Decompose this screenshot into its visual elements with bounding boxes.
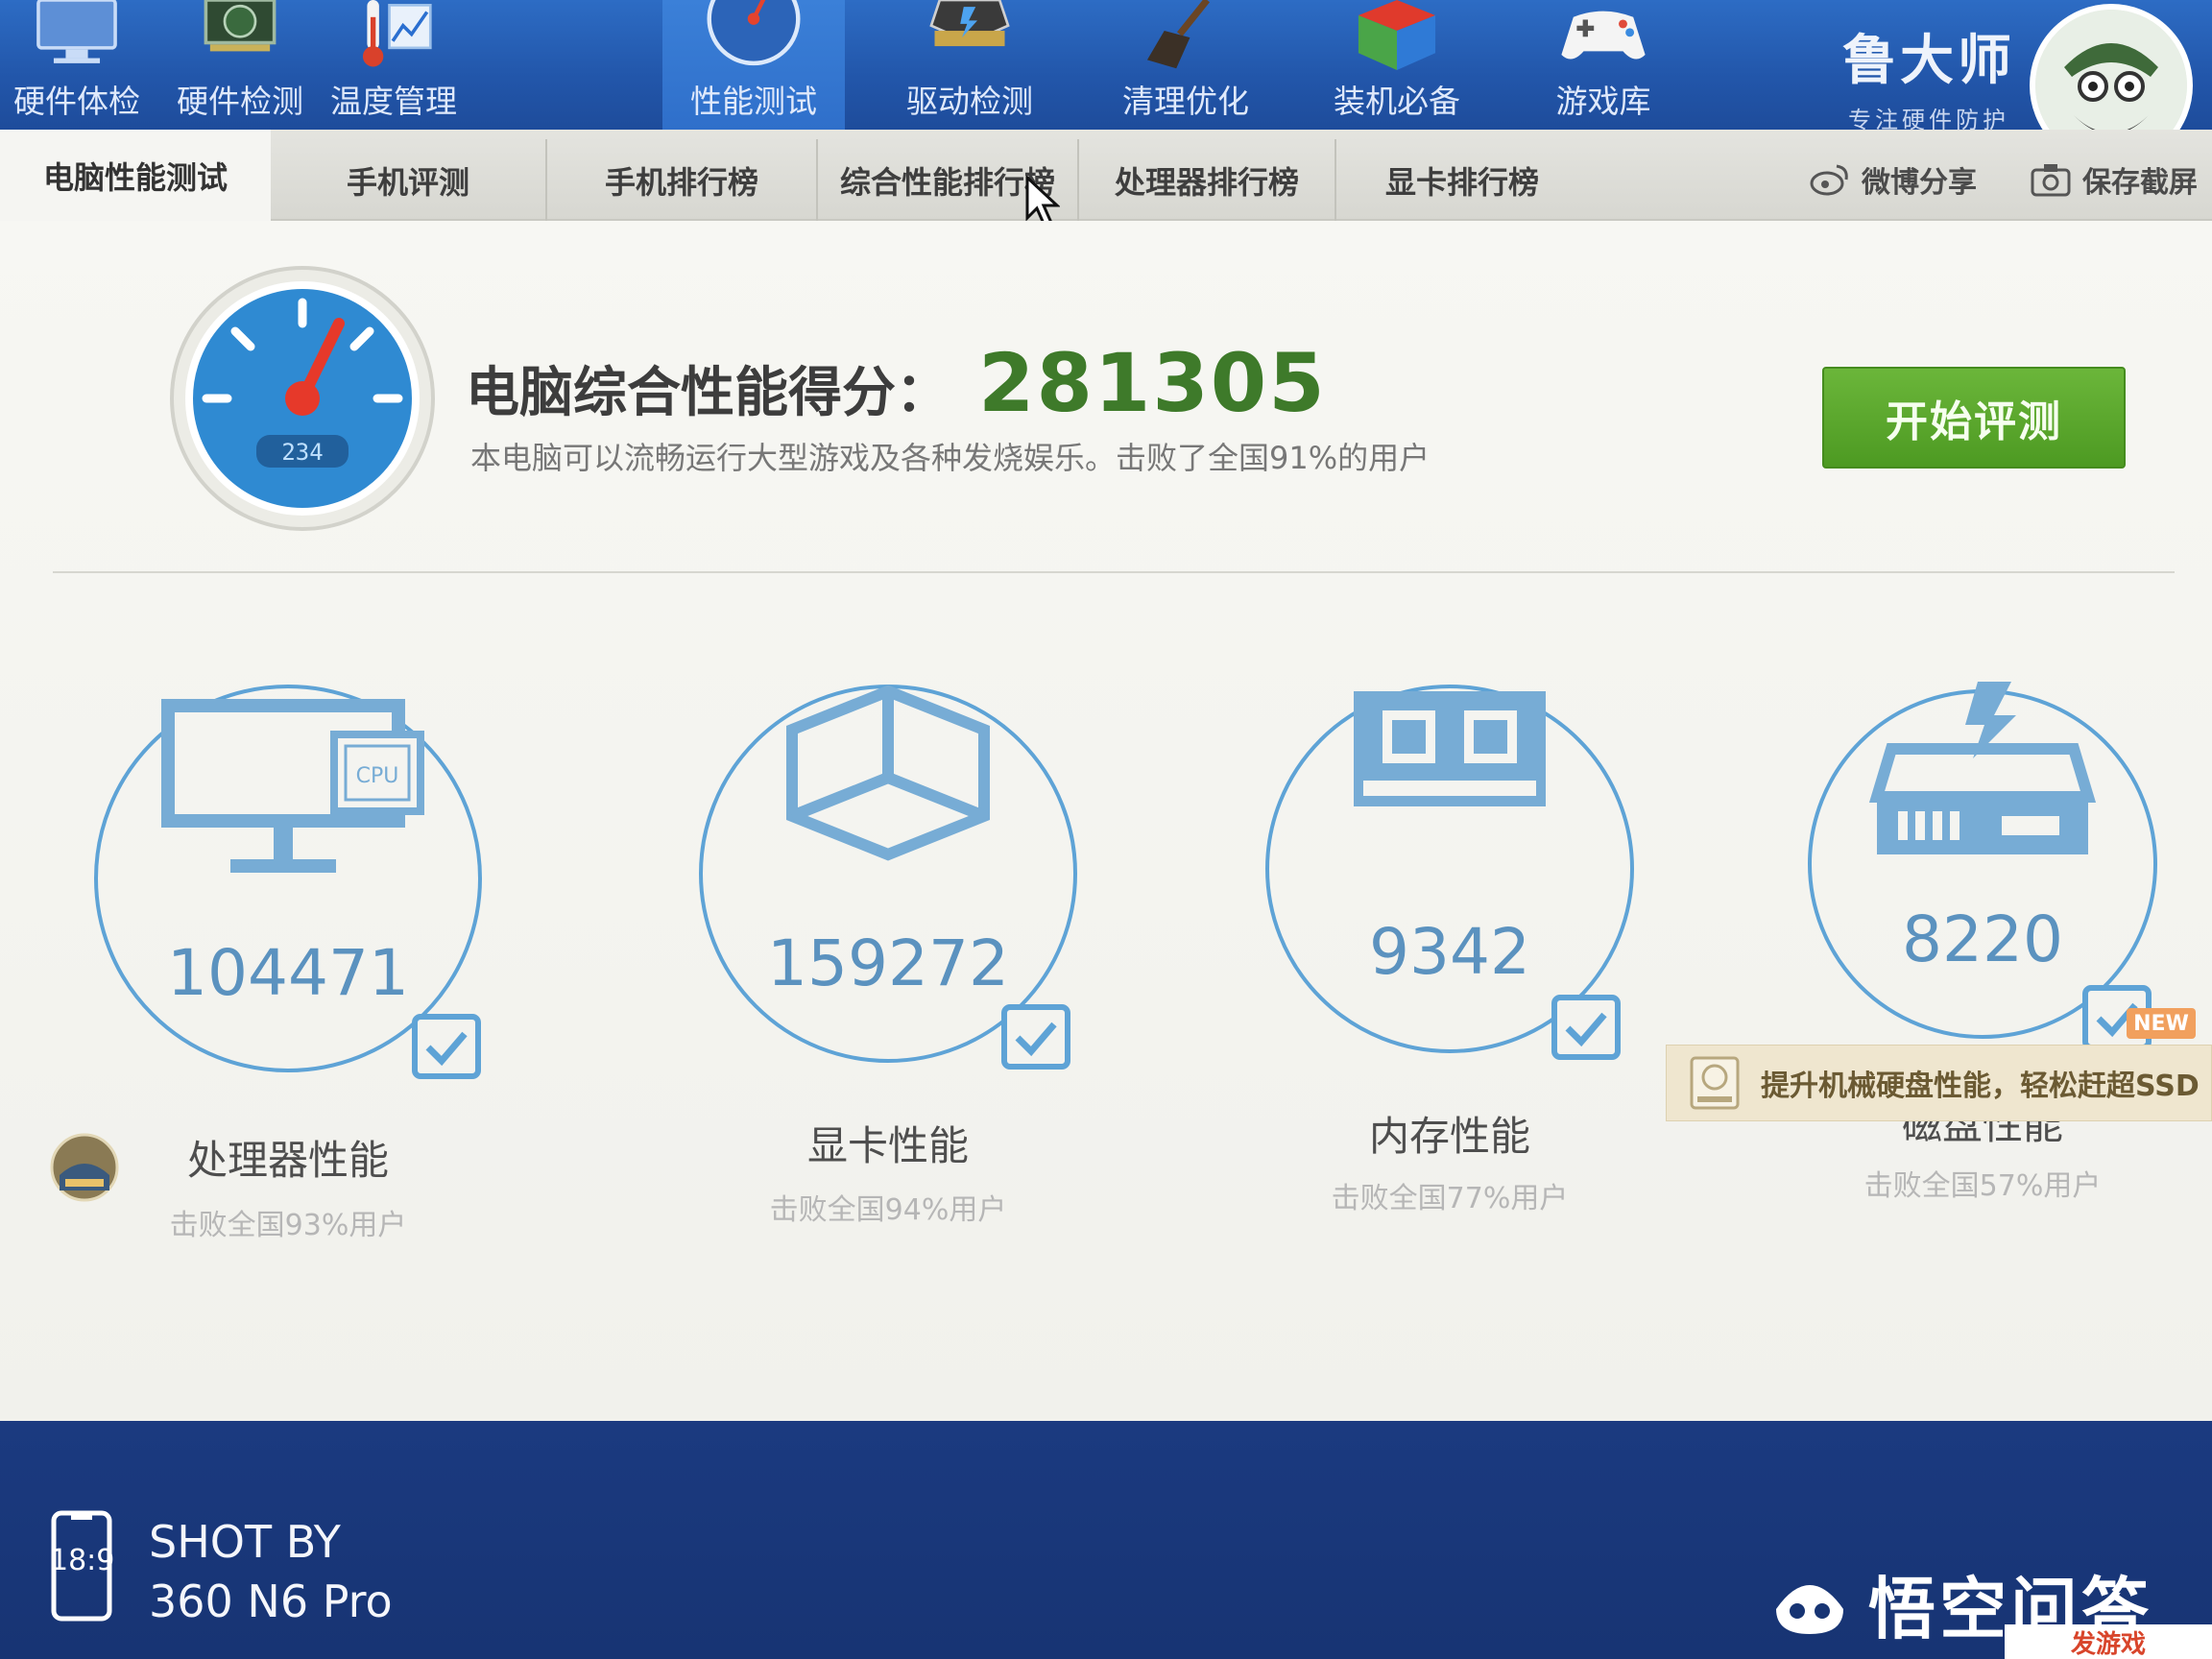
start-test-button[interactable]: 开始评测 bbox=[1822, 367, 2126, 469]
score-line: 电脑综合性能得分： 281305 bbox=[466, 336, 1327, 430]
toolbar-performance-test[interactable]: 性能测试 bbox=[662, 0, 845, 130]
gpu-performance-card[interactable]: 159272 显卡性能 击败全国94%用户 bbox=[686, 672, 1090, 1267]
save-screenshot-button[interactable]: 保存截屏 bbox=[2031, 158, 2198, 201]
toolbar-hardware-overview[interactable]: 硬件体检 bbox=[0, 0, 168, 130]
new-badge: NEW bbox=[2127, 1008, 2196, 1039]
tab-pc-performance-test[interactable]: 电脑性能测试 bbox=[0, 130, 271, 221]
device-name-line: 360 N6 Pro bbox=[149, 1575, 393, 1627]
small-watermark: 发游戏 bbox=[2005, 1624, 2212, 1659]
section-divider bbox=[53, 571, 2175, 573]
speedometer-icon bbox=[707, 0, 801, 66]
weibo-icon bbox=[1810, 164, 1848, 196]
memory-title: 内存性能 bbox=[1368, 1113, 1530, 1160]
weibo-share-button[interactable]: 微博分享 bbox=[1810, 158, 1977, 201]
toolbar-game-library[interactable]: 游戏库 bbox=[1512, 0, 1695, 130]
gpu-title: 显卡性能 bbox=[806, 1122, 969, 1169]
cpu-monitor-icon: CPU bbox=[161, 699, 424, 873]
camera-icon bbox=[2031, 164, 2071, 197]
promo-text: 提升机械硬盘性能，轻松赶超SSD bbox=[1761, 1070, 2200, 1103]
gpu-rank: 击败全国94%用户 bbox=[769, 1193, 1007, 1227]
performance-panel: 234 电脑综合性能得分： 281305 本电脑可以流畅运行大型游戏及各种发烧娱… bbox=[0, 221, 2212, 1421]
hdd-boost-promo[interactable]: 提升机械硬盘性能，轻松赶超SSD bbox=[1666, 1045, 2212, 1121]
gpu-cube-icon bbox=[786, 685, 990, 861]
disk-rank: 击败全国57%用户 bbox=[1863, 1169, 2102, 1203]
sub-tab-bar: 电脑性能测试 手机评测 手机排行榜 综合性能排行榜 处理器排行榜 显卡排行榜 微… bbox=[0, 130, 2212, 228]
monitor-icon bbox=[36, 0, 117, 63]
toolbar-label: 装机必备 bbox=[1334, 83, 1460, 120]
cpu-rank: 击败全国93%用户 bbox=[169, 1209, 407, 1242]
speedometer-gauge-icon: 234 bbox=[170, 266, 435, 531]
disk-score: 8220 bbox=[1902, 902, 2063, 976]
toolbar-label: 驱动检测 bbox=[906, 83, 1033, 120]
cpu-score: 104471 bbox=[167, 936, 409, 1010]
tab-phone-review[interactable]: 手机评测 bbox=[271, 139, 547, 221]
aspect-ratio-label: 18:9 bbox=[50, 1544, 115, 1577]
memory-rank: 击败全国77%用户 bbox=[1331, 1182, 1569, 1215]
tab-cpu-ranking[interactable]: 处理器排行榜 bbox=[1079, 139, 1336, 221]
app-corner-logo-icon[interactable] bbox=[50, 1133, 119, 1202]
save-screenshot-label: 保存截屏 bbox=[2082, 166, 2198, 200]
score-description: 本电脑可以流畅运行大型游戏及各种发烧娱乐。击败了全国91%的用户 bbox=[470, 440, 1431, 476]
driver-chip-icon bbox=[929, 0, 1010, 47]
mouse-cursor-icon bbox=[1025, 176, 1060, 228]
checkbox-checked-icon[interactable] bbox=[411, 1013, 482, 1080]
cpu-performance-card[interactable]: CPU 104471 处理器性能 击败全国93%用户 bbox=[86, 677, 490, 1272]
toolbar-label: 硬件体检 bbox=[13, 83, 140, 120]
thermometer-icon bbox=[362, 0, 432, 67]
score-label: 电脑综合性能得分： bbox=[466, 362, 950, 424]
toolbar-clean-optimize[interactable]: 清理优化 bbox=[1094, 0, 1277, 130]
weibo-share-label: 微博分享 bbox=[1862, 166, 1977, 200]
gauge-reading: 234 bbox=[281, 439, 323, 466]
photo-watermark-bar: 18:9 SHOT BY 360 N6 Pro 悟空问答 发游戏 bbox=[0, 1421, 2212, 1659]
wukong-logo-icon bbox=[1776, 1584, 1843, 1634]
checkbox-checked-icon[interactable] bbox=[1000, 1003, 1071, 1070]
broom-icon bbox=[1146, 0, 1211, 69]
brand-block: 鲁大师 专注硬件防护 bbox=[1842, 17, 2015, 134]
graphics-card-icon bbox=[204, 0, 276, 52]
toolbar-label: 温度管理 bbox=[330, 83, 457, 120]
checkbox-checked-icon[interactable] bbox=[1551, 994, 1622, 1061]
hard-disk-promo-icon bbox=[1690, 1056, 1740, 1110]
memory-stick-icon bbox=[1354, 691, 1546, 806]
tab-gpu-ranking[interactable]: 显卡排行榜 bbox=[1336, 139, 1588, 221]
main-toolbar: 硬件体检 硬件检测 温度管理 性能测试 驱动检测 清理优化 装机必备 游戏库 鲁… bbox=[0, 0, 2212, 167]
toolbar-driver-detect[interactable]: 驱动检测 bbox=[878, 0, 1061, 130]
toolbar-temperature[interactable]: 温度管理 bbox=[302, 0, 485, 130]
shot-by-text: SHOT BY 360 N6 Pro bbox=[149, 1512, 393, 1631]
toolbar-label: 游戏库 bbox=[1555, 83, 1651, 120]
memory-score: 9342 bbox=[1369, 915, 1530, 989]
cpu-chip-label: CPU bbox=[356, 764, 399, 788]
toolbar-label: 性能测试 bbox=[690, 83, 817, 120]
score-value: 281305 bbox=[978, 336, 1327, 430]
toolbar-label: 清理优化 bbox=[1122, 83, 1249, 120]
shot-by-line: SHOT BY bbox=[149, 1516, 341, 1568]
disk-performance-card[interactable]: 8220 磁盘性能 击败全国57%用户 bbox=[1781, 662, 2184, 1258]
memory-performance-card[interactable]: 9342 内存性能 击败全国77%用户 bbox=[1248, 667, 1651, 1262]
brand-name: 鲁大师 bbox=[1842, 30, 2015, 92]
gamepad-icon bbox=[1561, 11, 1646, 60]
toolbar-must-install[interactable]: 装机必备 bbox=[1306, 0, 1488, 130]
toolbar-label: 硬件检测 bbox=[177, 83, 303, 120]
tab-phone-ranking[interactable]: 手机排行榜 bbox=[547, 139, 818, 221]
gpu-score: 159272 bbox=[767, 926, 1009, 1000]
cube-box-icon bbox=[1358, 0, 1436, 70]
cpu-title: 处理器性能 bbox=[186, 1137, 389, 1184]
